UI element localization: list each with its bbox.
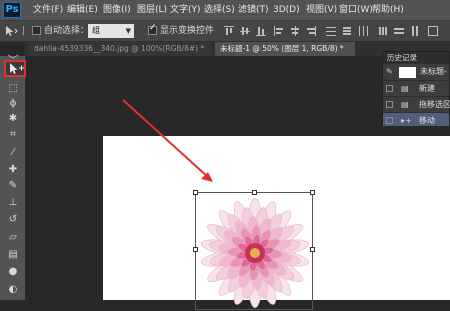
annotation-arrow (122, 99, 213, 182)
